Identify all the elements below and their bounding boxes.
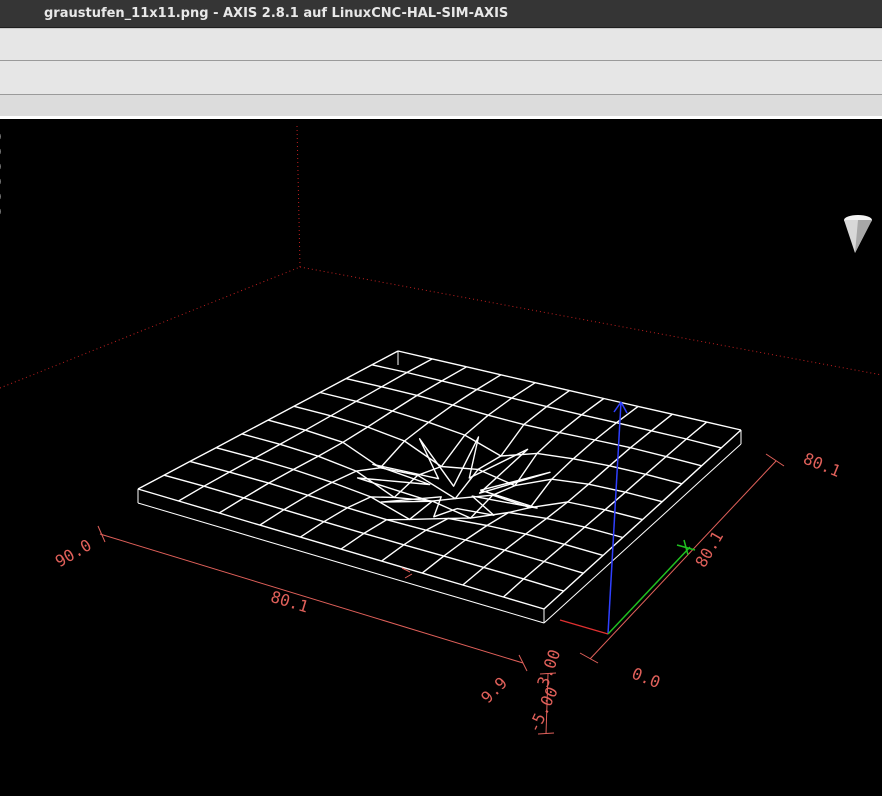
preview-3d-viewport[interactable]: 0 0 0 0 0 0 90.0 xyxy=(0,122,882,796)
z-extent-min-label: -5.00 xyxy=(524,684,562,736)
window-title: graustufen_11x11.png - AXIS 2.8.1 auf Li… xyxy=(0,0,882,28)
tool-cone-icon xyxy=(844,215,872,253)
x-extent-length-label: 80.1 xyxy=(268,587,310,616)
x-extent-min-label: 90.0 xyxy=(52,535,95,571)
y-extent-max-label: 80.1 xyxy=(801,449,844,481)
toolpath-line xyxy=(218,366,467,514)
toolbar[interactable] xyxy=(0,61,882,95)
y-axis-line xyxy=(607,546,691,635)
extents-labels: 90.0 80.1 9.9 80.1 80.1 0.0 3.00 -5.00 xyxy=(52,449,844,736)
x-extent-max-label: 9.9 xyxy=(477,673,511,707)
y-extent-min-label: 0.0 xyxy=(629,664,663,692)
tab-bar[interactable] xyxy=(0,95,882,119)
z-axis-line xyxy=(607,401,622,635)
toolpath-line xyxy=(241,433,623,539)
toolpath-line xyxy=(137,350,399,490)
toolpath-line xyxy=(340,390,570,550)
menu-bar[interactable] xyxy=(0,28,882,61)
z-extent-max-label: 3.00 xyxy=(533,647,564,690)
toolpath-line xyxy=(543,429,742,610)
extents-lines xyxy=(97,453,785,735)
preview-scene: 90.0 80.1 9.9 80.1 80.1 0.0 3.00 -5.00 xyxy=(0,125,882,736)
toolpath-line xyxy=(502,421,708,598)
toolpath-line xyxy=(267,419,643,521)
machine-limits xyxy=(0,125,882,389)
toolpath-line xyxy=(397,350,742,431)
toolpath-line xyxy=(137,502,545,624)
toolpath-skirt xyxy=(137,351,742,624)
toolpath-line xyxy=(189,460,584,574)
x-axis-line xyxy=(559,619,609,635)
toolpath-mesh xyxy=(137,350,742,610)
y-extent-length-label: 80.1 xyxy=(691,528,727,571)
toolpath-line xyxy=(371,364,722,449)
